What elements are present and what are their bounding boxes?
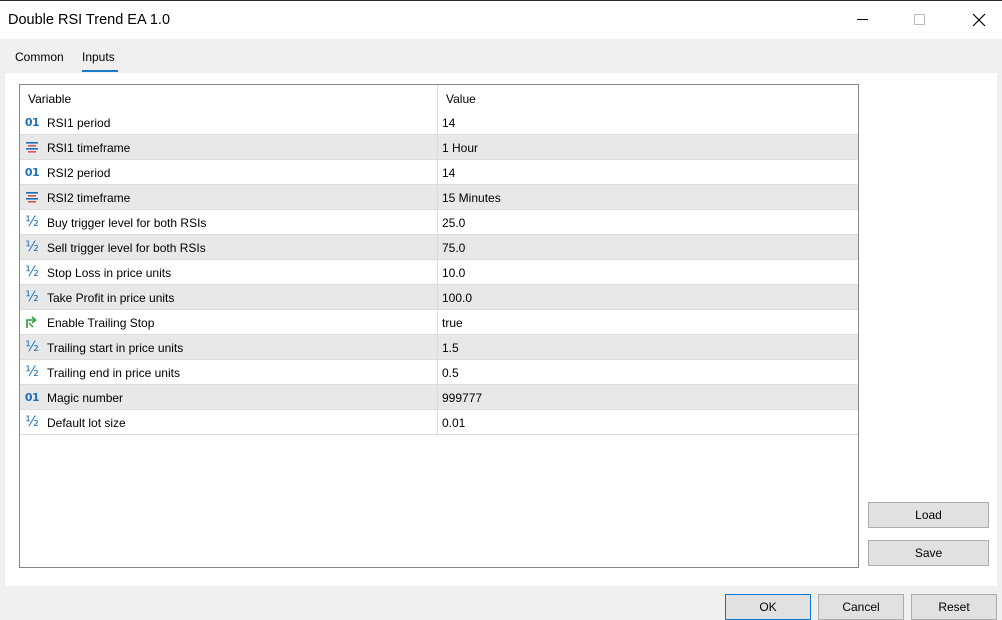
boolean-icon: [24, 314, 40, 330]
tab-common[interactable]: Common: [15, 50, 64, 64]
cell-divider: [437, 385, 438, 410]
variable-value[interactable]: 100.0: [442, 291, 472, 305]
table-row[interactable]: RSI2 timeframe 15 Minutes: [20, 185, 858, 210]
ok-button[interactable]: OK: [725, 594, 811, 620]
window-title: Double RSI Trend EA 1.0: [8, 12, 171, 28]
cell-divider: [437, 235, 438, 260]
variable-value[interactable]: 14: [442, 166, 455, 180]
variable-name: Stop Loss in price units: [47, 266, 172, 280]
variable-value[interactable]: 1 Hour: [442, 141, 478, 155]
fraction-icon: ½: [25, 364, 39, 380]
cell-divider: [437, 110, 438, 135]
dialog-window: Double RSI Trend EA 1.0 Common Inputs Va…: [0, 0, 1002, 620]
variable-value[interactable]: 10.0: [442, 266, 465, 280]
variable-value[interactable]: 0.5: [442, 366, 459, 380]
integer-icon: 01: [24, 115, 40, 129]
table-row[interactable]: ½ Stop Loss in price units 10.0: [20, 260, 858, 285]
grid-header: Variable Value: [20, 85, 858, 110]
maximize-icon: [914, 14, 925, 25]
fraction-icon: ½: [25, 339, 39, 355]
fraction-icon: ½: [25, 264, 39, 280]
minimize-icon: [857, 19, 868, 20]
tab-inputs[interactable]: Inputs: [82, 50, 115, 64]
grid-rows: 01 RSI1 period 14 RSI1 timeframe 1 Hour 01 RSI…: [20, 110, 858, 435]
load-button[interactable]: Load: [868, 502, 989, 528]
table-row[interactable]: ½ Buy trigger level for both RSIs 25.0: [20, 210, 858, 235]
table-row[interactable]: 01 Magic number 999777: [20, 385, 858, 410]
fraction-icon: ½: [25, 239, 39, 255]
inputs-grid[interactable]: Variable Value 01 RSI1 period 14 RSI1 timef…: [19, 84, 859, 568]
integer-icon: 01: [24, 165, 40, 179]
close-icon: [972, 13, 986, 27]
variable-name: RSI1 timeframe: [47, 141, 131, 155]
fraction-icon: ½: [25, 214, 39, 230]
title-bar: Double RSI Trend EA 1.0: [0, 0, 1002, 39]
variable-value[interactable]: 999777: [442, 391, 482, 405]
variable-value[interactable]: 15 Minutes: [442, 191, 501, 205]
fraction-icon: ½: [25, 414, 39, 430]
fraction-icon: ½: [25, 289, 39, 305]
variable-name: Default lot size: [47, 416, 126, 430]
table-row[interactable]: Enable Trailing Stop true: [20, 310, 858, 335]
variable-name: Sell trigger level for both RSIs: [47, 241, 206, 255]
table-row[interactable]: RSI1 timeframe 1 Hour: [20, 135, 858, 160]
variable-name: Buy trigger level for both RSIs: [47, 216, 207, 230]
cell-divider: [437, 160, 438, 185]
cell-divider: [437, 260, 438, 285]
table-row[interactable]: ½ Sell trigger level for both RSIs 75.0: [20, 235, 858, 260]
cell-divider: [437, 210, 438, 235]
cell-divider: [437, 410, 438, 435]
variable-value[interactable]: 0.01: [442, 416, 465, 430]
table-row[interactable]: ½ Default lot size 0.01: [20, 410, 858, 435]
table-row[interactable]: ½ Trailing end in price units 0.5: [20, 360, 858, 385]
table-row[interactable]: 01 RSI2 period 14: [20, 160, 858, 185]
variable-name: RSI2 period: [47, 166, 111, 180]
minimize-button[interactable]: [840, 1, 886, 39]
active-tab-indicator: [82, 70, 118, 72]
variable-value[interactable]: true: [442, 316, 463, 330]
enum-icon: [24, 189, 40, 205]
cell-divider: [437, 185, 438, 210]
variable-name: Take Profit in price units: [47, 291, 175, 305]
column-header-value[interactable]: Value: [446, 92, 476, 106]
variable-value[interactable]: 75.0: [442, 241, 465, 255]
close-button[interactable]: [956, 1, 1002, 39]
table-row[interactable]: ½ Take Profit in price units 100.0: [20, 285, 858, 310]
save-button[interactable]: Save: [868, 540, 989, 566]
cell-divider: [437, 285, 438, 310]
cell-divider: [437, 335, 438, 360]
cell-divider: [437, 310, 438, 335]
variable-name: Trailing end in price units: [47, 366, 180, 380]
variable-name: Trailing start in price units: [47, 341, 184, 355]
table-row[interactable]: 01 RSI1 period 14: [20, 110, 858, 135]
variable-name: Magic number: [47, 391, 124, 405]
cell-divider: [437, 360, 438, 385]
column-header-variable[interactable]: Variable: [28, 92, 71, 106]
maximize-button[interactable]: [897, 1, 943, 39]
variable-name: RSI2 timeframe: [47, 191, 131, 205]
integer-icon: 01: [24, 390, 40, 404]
enum-icon: [24, 139, 40, 155]
variable-name: RSI1 period: [47, 116, 111, 130]
cancel-button[interactable]: Cancel: [818, 594, 904, 620]
variable-value[interactable]: 14: [442, 116, 455, 130]
variable-value[interactable]: 1.5: [442, 341, 459, 355]
variable-value[interactable]: 25.0: [442, 216, 465, 230]
reset-button[interactable]: Reset: [911, 594, 997, 620]
table-row[interactable]: ½ Trailing start in price units 1.5: [20, 335, 858, 360]
variable-name: Enable Trailing Stop: [47, 316, 155, 330]
cell-divider: [437, 135, 438, 160]
